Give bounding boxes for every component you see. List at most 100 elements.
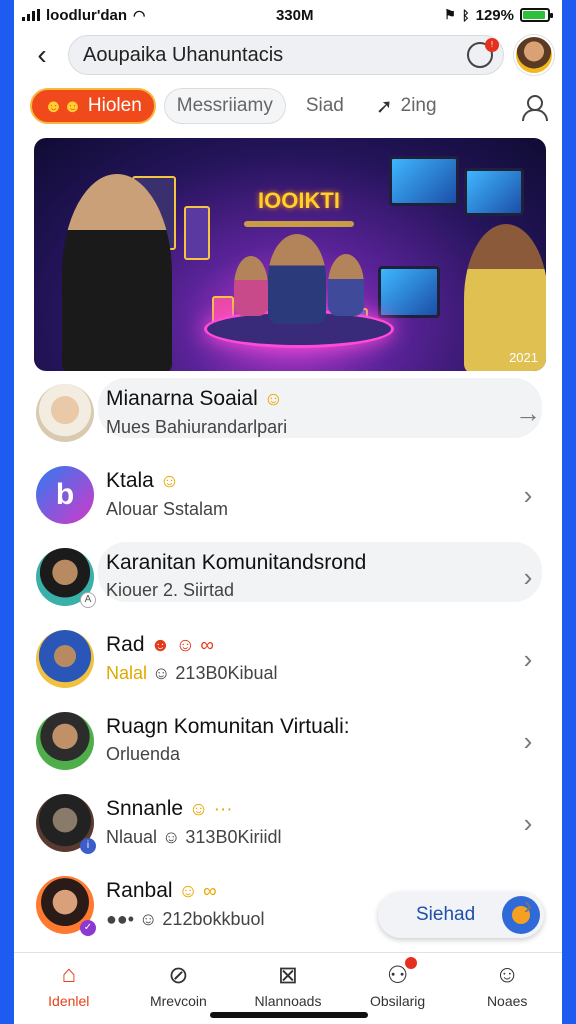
- item-subtitle: Nlaual ☺ 313B0Kiriidl: [106, 826, 282, 847]
- profile-icon: ☺: [494, 961, 520, 988]
- tab-label: Hiolen: [87, 95, 142, 116]
- avatar: [36, 712, 94, 770]
- list-item[interactable]: i Snnanle ☺ ··· Nlaual ☺ 313B0Kiriidl ›: [14, 782, 562, 864]
- tab-siad[interactable]: Siad: [294, 88, 356, 124]
- explore-icon: ⊘: [168, 961, 189, 989]
- chevron-right-icon[interactable]: ›: [508, 644, 548, 675]
- search-input[interactable]: Aoupaika Uhanuntacis !: [68, 35, 504, 75]
- friends-icon: ⚇: [383, 957, 417, 989]
- banner-subtitle-bar: [244, 221, 354, 227]
- person-image: [464, 224, 546, 371]
- battery-percent: 129%: [475, 6, 514, 24]
- laptop-image: [378, 266, 440, 318]
- smile-icon: ☺: [159, 470, 180, 492]
- home-indicator: [210, 1012, 368, 1018]
- badge-icon: A: [80, 592, 96, 608]
- notification-dot: [404, 957, 417, 969]
- item-title: Snnanle: [106, 796, 184, 820]
- tab-label: 2ing: [400, 95, 437, 116]
- avatar: A: [36, 548, 96, 608]
- back-button[interactable]: ‹: [26, 39, 58, 71]
- smile-icon: ☺: [263, 388, 284, 410]
- emoji-icons: ☻ ☺ ∞: [150, 634, 214, 656]
- chevron-right-icon[interactable]: ›: [508, 808, 548, 839]
- nav-profile[interactable]: ☺ Noaes: [452, 953, 562, 1024]
- nav-home[interactable]: ⌂ Idenlel: [14, 953, 124, 1024]
- tab-label: Siad: [305, 95, 344, 116]
- smile-icon: ☻☻: [44, 95, 82, 116]
- avatar: i: [36, 794, 96, 854]
- chevron-right-icon[interactable]: ›: [508, 562, 548, 593]
- phone-screen: loodlur'dan ◠ 330M ⚑ ᛒ 129% ‹ Aoupaika U…: [14, 0, 562, 1024]
- smile-icon: ☺ ···: [188, 798, 233, 820]
- home-icon: ⌂: [61, 961, 77, 988]
- nav-label: Noaes: [486, 993, 528, 1009]
- item-title: Mianarna Soaial: [106, 386, 258, 410]
- person-image: [234, 256, 268, 316]
- list-item[interactable]: Mianarna Soaial ☺ Mues Bahiurandarlpari …: [14, 372, 562, 454]
- avatar: [36, 384, 94, 442]
- tv-screen-image: [389, 156, 459, 206]
- tab-2ing[interactable]: ➚ 2ing: [364, 88, 449, 124]
- person-image: [268, 234, 326, 324]
- item-title: Ruagn Komunitan Virtuali:: [106, 715, 350, 738]
- user-avatar[interactable]: [514, 35, 554, 75]
- battery-icon: [520, 8, 553, 22]
- chevron-right-icon[interactable]: ›: [508, 890, 548, 921]
- info-icon: i: [80, 838, 96, 854]
- avatar: [36, 630, 94, 688]
- chevron-right-icon[interactable]: ›: [508, 726, 548, 757]
- poster-image: [184, 206, 210, 260]
- verified-icon: ✓: [80, 920, 96, 936]
- list-item[interactable]: Rad ☻ ☺ ∞ Nalal ☺ 213B0Kibual ›: [14, 618, 562, 700]
- person-image: [328, 254, 364, 316]
- banner-title: IOOIKTI: [258, 188, 340, 213]
- item-subtitle-accent: Nalal: [106, 662, 148, 683]
- arrow-right-icon[interactable]: →: [508, 398, 548, 429]
- tab-hiolen[interactable]: ☻☻ Hiolen: [30, 88, 156, 124]
- avatar: ✓: [36, 876, 96, 936]
- item-title: Ktala: [106, 468, 154, 492]
- tv-screen-image: [464, 168, 524, 216]
- item-title: Ranbal: [106, 878, 173, 902]
- person-image: [62, 174, 172, 371]
- nav-label: Nlannoads: [254, 993, 322, 1009]
- carrier-label: loodlur'dan: [46, 6, 128, 24]
- chevron-left-icon: ‹: [37, 39, 47, 70]
- item-subtitle: ☺ 213B0Kibual: [152, 662, 278, 683]
- tab-messriiamy[interactable]: Messriiamy: [163, 88, 286, 124]
- smile-icon: ☺ ∞: [178, 880, 217, 902]
- nav-label: Obsilarig: [369, 993, 426, 1009]
- notification-badge: !: [485, 38, 499, 52]
- list-item[interactable]: A Karanitan Komunitandsrond Kiouer 2. Si…: [14, 536, 562, 618]
- banner-year: 2021: [509, 350, 538, 365]
- tab-label: Messriiamy: [176, 95, 273, 116]
- search-header: ‹ Aoupaika Uhanuntacis !: [14, 30, 562, 80]
- signal-icon: [22, 9, 40, 21]
- item-subtitle: Kiouer 2. Siirtad: [106, 580, 235, 600]
- community-list: Mianarna Soaial ☺ Mues Bahiurandarlpari …: [14, 372, 562, 946]
- alarm-icon: ⚑: [444, 7, 456, 22]
- item-title: Karanitan Komunitandsrond: [106, 551, 367, 574]
- send-icon: ➚: [375, 95, 393, 118]
- clock: 330M: [275, 6, 314, 24]
- nav-label: Mrevcoin: [149, 993, 207, 1009]
- category-tabs: ☻☻ Hiolen Messriiamy Siad ➚ 2ing: [14, 80, 562, 132]
- item-subtitle: ●●• ☺ 212bokkbuol: [106, 908, 265, 929]
- list-item[interactable]: Ruagn Komunitan Virtuali: Orluenda ›: [14, 700, 562, 782]
- list-item[interactable]: b Ktala ☺ Alouar Sstalam ›: [14, 454, 562, 536]
- wifi-icon: ◠: [133, 6, 146, 23]
- avatar: b: [36, 466, 94, 524]
- status-bar: loodlur'dan ◠ 330M ⚑ ᛒ 129%: [14, 0, 562, 30]
- item-subtitle: Alouar Sstalam: [106, 498, 229, 519]
- featured-banner[interactable]: IOOIKTI 2021: [34, 138, 546, 371]
- nav-label: Idenlel: [48, 993, 90, 1009]
- chevron-right-icon[interactable]: ›: [508, 480, 548, 511]
- profile-icon[interactable]: [520, 93, 548, 121]
- create-icon: ⊠: [277, 961, 299, 989]
- item-subtitle: Orluenda: [106, 744, 181, 764]
- item-subtitle: Mues Bahiurandarlpari: [106, 416, 288, 437]
- bluetooth-icon: ᛒ: [461, 7, 470, 23]
- search-query: Aoupaika Uhanuntacis: [83, 43, 284, 66]
- notification-icon[interactable]: !: [467, 38, 499, 68]
